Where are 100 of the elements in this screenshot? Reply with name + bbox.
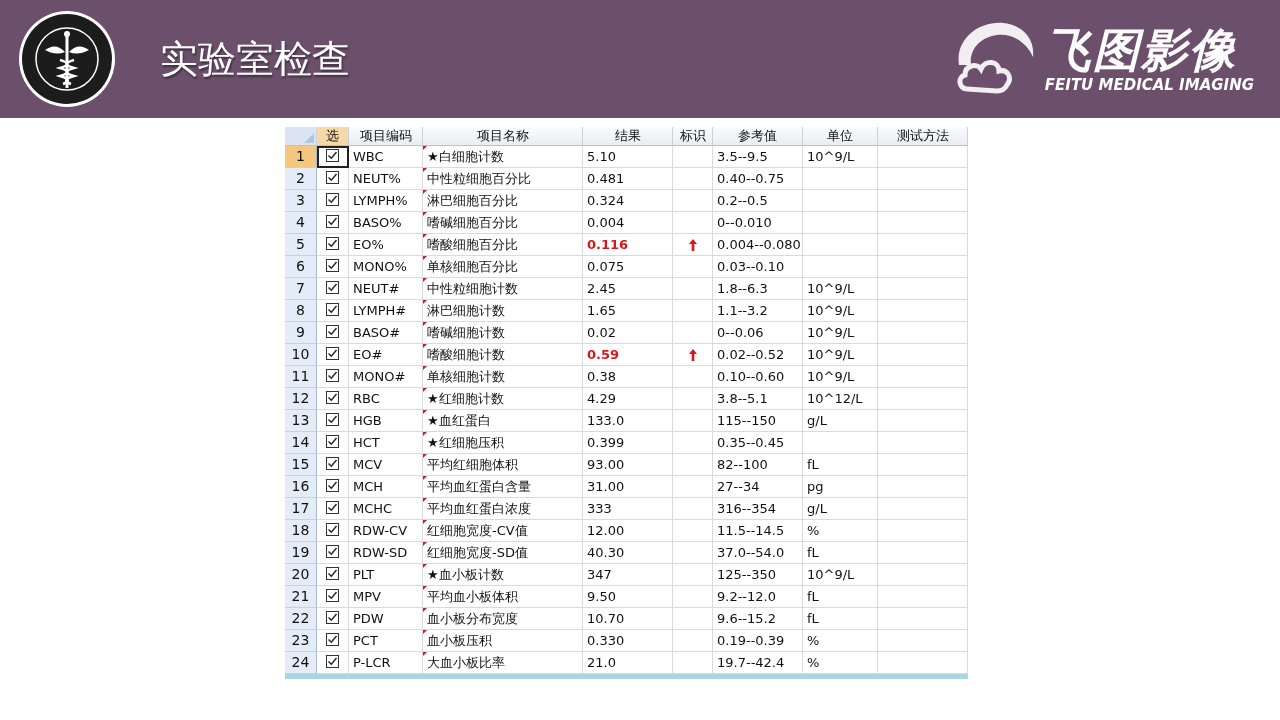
table-cell: 0.59	[583, 344, 673, 366]
table-cell: fL	[803, 454, 878, 476]
checkbox[interactable]	[326, 391, 339, 404]
column-header[interactable]: 标识	[673, 127, 713, 146]
row-number[interactable]: 19	[285, 542, 317, 564]
row-number[interactable]: 1	[285, 146, 317, 168]
checkbox[interactable]	[326, 193, 339, 206]
empty-cell	[673, 300, 713, 322]
checkbox[interactable]	[326, 633, 339, 646]
table-cell: MONO#	[349, 366, 423, 388]
up-arrow-icon	[688, 348, 697, 361]
table-cell: 21.0	[583, 652, 673, 674]
checkbox[interactable]	[326, 523, 339, 536]
row-number[interactable]: 12	[285, 388, 317, 410]
row-number[interactable]: 5	[285, 234, 317, 256]
row-number[interactable]: 22	[285, 608, 317, 630]
empty-cell	[673, 520, 713, 542]
table-cell: 10^9/L	[803, 366, 878, 388]
column-header[interactable]: 结果	[583, 127, 673, 146]
row-number[interactable]: 2	[285, 168, 317, 190]
empty-cell	[673, 498, 713, 520]
column-header[interactable]: 参考值	[713, 127, 803, 146]
checkbox[interactable]	[326, 281, 339, 294]
table-cell: 平均血红蛋白含量	[423, 476, 583, 498]
table-cell: EO#	[349, 344, 423, 366]
table-cell: 嗜酸细胞计数	[423, 344, 583, 366]
row-number[interactable]: 17	[285, 498, 317, 520]
row-number[interactable]: 14	[285, 432, 317, 454]
row-number[interactable]: 24	[285, 652, 317, 674]
checkbox[interactable]	[326, 347, 339, 360]
table-cell: 347	[583, 564, 673, 586]
column-header[interactable]: 测试方法	[878, 127, 968, 146]
column-header[interactable]: 选	[317, 127, 349, 146]
row-number[interactable]: 20	[285, 564, 317, 586]
column-header[interactable]: 项目编码	[349, 127, 423, 146]
checkbox[interactable]	[326, 237, 339, 250]
row-number[interactable]: 6	[285, 256, 317, 278]
checkbox[interactable]	[326, 435, 339, 448]
row-number[interactable]: 11	[285, 366, 317, 388]
row-number[interactable]: 3	[285, 190, 317, 212]
row-number[interactable]: 15	[285, 454, 317, 476]
table-cell: HGB	[349, 410, 423, 432]
table-cell: ★白细胞计数	[423, 146, 583, 168]
table-cell: %	[803, 652, 878, 674]
table-cell: ★血红蛋白	[423, 410, 583, 432]
checkbox[interactable]	[326, 655, 339, 668]
table-cell: 0.35--0.45	[713, 432, 803, 454]
table-cell: g/L	[803, 498, 878, 520]
table-cell: 0.004--0.080	[713, 234, 803, 256]
table-cell: 0--0.010	[713, 212, 803, 234]
table-cell: MCHC	[349, 498, 423, 520]
checkbox[interactable]	[326, 215, 339, 228]
checkbox[interactable]	[326, 149, 339, 162]
table-cell: 0.19--0.39	[713, 630, 803, 652]
table-cell: NEUT#	[349, 278, 423, 300]
table-cell: %	[803, 630, 878, 652]
checkbox[interactable]	[326, 325, 339, 338]
table-cell: 133.0	[583, 410, 673, 432]
checkbox[interactable]	[326, 501, 339, 514]
empty-cell	[673, 586, 713, 608]
table-cell: 333	[583, 498, 673, 520]
row-number[interactable]: 4	[285, 212, 317, 234]
row-number[interactable]: 16	[285, 476, 317, 498]
row-number[interactable]: 21	[285, 586, 317, 608]
row-number[interactable]: 10	[285, 344, 317, 366]
checkbox[interactable]	[326, 567, 339, 580]
table-cell: fL	[803, 586, 878, 608]
checkbox[interactable]	[326, 303, 339, 316]
empty-cell	[673, 432, 713, 454]
column-header[interactable]: 单位	[803, 127, 878, 146]
checkbox[interactable]	[326, 369, 339, 382]
checkbox[interactable]	[326, 611, 339, 624]
table-cell: 0--0.06	[713, 322, 803, 344]
table-cell: 1.8--6.3	[713, 278, 803, 300]
table-cell: LYMPH#	[349, 300, 423, 322]
checkbox[interactable]	[326, 259, 339, 272]
table-cell: 平均血小板体积	[423, 586, 583, 608]
table-cell: 0.10--0.60	[713, 366, 803, 388]
checkbox[interactable]	[326, 479, 339, 492]
row-number[interactable]: 9	[285, 322, 317, 344]
table-cell: 82--100	[713, 454, 803, 476]
table-cell: MCH	[349, 476, 423, 498]
table-cell: pg	[803, 476, 878, 498]
checkbox[interactable]	[326, 545, 339, 558]
checkbox[interactable]	[326, 413, 339, 426]
table-cell: MONO%	[349, 256, 423, 278]
checkbox[interactable]	[326, 171, 339, 184]
column-header[interactable]: 项目名称	[423, 127, 583, 146]
row-number[interactable]: 13	[285, 410, 317, 432]
row-number[interactable]: 18	[285, 520, 317, 542]
checkbox[interactable]	[326, 589, 339, 602]
row-number[interactable]: 23	[285, 630, 317, 652]
table-cell: 单核细胞百分比	[423, 256, 583, 278]
table-cell: 红细胞宽度-CV值	[423, 520, 583, 542]
table-cell: 嗜酸细胞百分比	[423, 234, 583, 256]
checkbox[interactable]	[326, 457, 339, 470]
row-number[interactable]: 8	[285, 300, 317, 322]
row-number[interactable]: 7	[285, 278, 317, 300]
empty-cell	[673, 190, 713, 212]
table-cell: 0.075	[583, 256, 673, 278]
